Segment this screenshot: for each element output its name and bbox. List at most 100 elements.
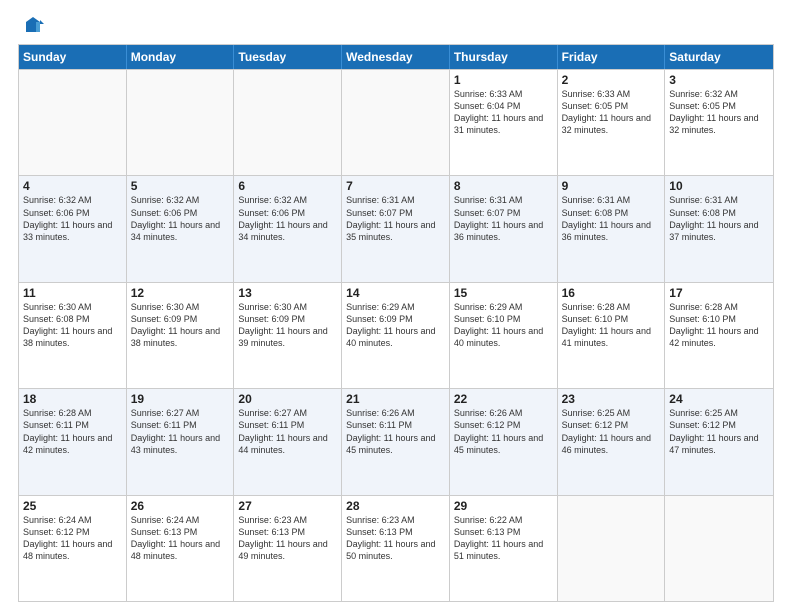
day-info: Sunrise: 6:30 AM Sunset: 6:09 PM Dayligh…: [131, 301, 230, 350]
calendar-row: 4Sunrise: 6:32 AM Sunset: 6:06 PM Daylig…: [19, 175, 773, 281]
calendar-cell: [234, 70, 342, 175]
calendar-cell: 1Sunrise: 6:33 AM Sunset: 6:04 PM Daylig…: [450, 70, 558, 175]
day-number: 5: [131, 179, 230, 193]
day-of-week-header: Monday: [127, 45, 235, 69]
day-number: 24: [669, 392, 769, 406]
day-of-week-header: Friday: [558, 45, 666, 69]
day-info: Sunrise: 6:23 AM Sunset: 6:13 PM Dayligh…: [238, 514, 337, 563]
day-number: 20: [238, 392, 337, 406]
header: [18, 18, 774, 36]
day-info: Sunrise: 6:28 AM Sunset: 6:10 PM Dayligh…: [669, 301, 769, 350]
day-number: 19: [131, 392, 230, 406]
calendar-cell: 13Sunrise: 6:30 AM Sunset: 6:09 PM Dayli…: [234, 283, 342, 388]
day-info: Sunrise: 6:31 AM Sunset: 6:08 PM Dayligh…: [669, 194, 769, 243]
day-number: 21: [346, 392, 445, 406]
day-info: Sunrise: 6:27 AM Sunset: 6:11 PM Dayligh…: [131, 407, 230, 456]
calendar-cell: 5Sunrise: 6:32 AM Sunset: 6:06 PM Daylig…: [127, 176, 235, 281]
day-of-week-header: Sunday: [19, 45, 127, 69]
day-info: Sunrise: 6:24 AM Sunset: 6:12 PM Dayligh…: [23, 514, 122, 563]
day-number: 13: [238, 286, 337, 300]
calendar-cell: [665, 496, 773, 601]
calendar-cell: [342, 70, 450, 175]
calendar-cell: [127, 70, 235, 175]
day-number: 25: [23, 499, 122, 513]
calendar-cell: 8Sunrise: 6:31 AM Sunset: 6:07 PM Daylig…: [450, 176, 558, 281]
day-info: Sunrise: 6:29 AM Sunset: 6:10 PM Dayligh…: [454, 301, 553, 350]
logo: [18, 18, 44, 36]
day-number: 17: [669, 286, 769, 300]
calendar-body: 1Sunrise: 6:33 AM Sunset: 6:04 PM Daylig…: [19, 69, 773, 601]
calendar-cell: [558, 496, 666, 601]
calendar-cell: 24Sunrise: 6:25 AM Sunset: 6:12 PM Dayli…: [665, 389, 773, 494]
day-info: Sunrise: 6:30 AM Sunset: 6:09 PM Dayligh…: [238, 301, 337, 350]
calendar-cell: 25Sunrise: 6:24 AM Sunset: 6:12 PM Dayli…: [19, 496, 127, 601]
day-number: 15: [454, 286, 553, 300]
page: SundayMondayTuesdayWednesdayThursdayFrid…: [0, 0, 792, 612]
day-number: 11: [23, 286, 122, 300]
calendar-row: 18Sunrise: 6:28 AM Sunset: 6:11 PM Dayli…: [19, 388, 773, 494]
day-info: Sunrise: 6:31 AM Sunset: 6:07 PM Dayligh…: [454, 194, 553, 243]
calendar-cell: 12Sunrise: 6:30 AM Sunset: 6:09 PM Dayli…: [127, 283, 235, 388]
day-number: 9: [562, 179, 661, 193]
day-info: Sunrise: 6:32 AM Sunset: 6:06 PM Dayligh…: [23, 194, 122, 243]
day-number: 2: [562, 73, 661, 87]
calendar-cell: 27Sunrise: 6:23 AM Sunset: 6:13 PM Dayli…: [234, 496, 342, 601]
day-number: 12: [131, 286, 230, 300]
calendar-cell: 2Sunrise: 6:33 AM Sunset: 6:05 PM Daylig…: [558, 70, 666, 175]
day-info: Sunrise: 6:26 AM Sunset: 6:12 PM Dayligh…: [454, 407, 553, 456]
day-info: Sunrise: 6:26 AM Sunset: 6:11 PM Dayligh…: [346, 407, 445, 456]
calendar-cell: 18Sunrise: 6:28 AM Sunset: 6:11 PM Dayli…: [19, 389, 127, 494]
calendar-cell: 7Sunrise: 6:31 AM Sunset: 6:07 PM Daylig…: [342, 176, 450, 281]
day-number: 23: [562, 392, 661, 406]
day-number: 29: [454, 499, 553, 513]
day-info: Sunrise: 6:32 AM Sunset: 6:06 PM Dayligh…: [131, 194, 230, 243]
day-of-week-header: Thursday: [450, 45, 558, 69]
day-info: Sunrise: 6:33 AM Sunset: 6:04 PM Dayligh…: [454, 88, 553, 137]
day-number: 3: [669, 73, 769, 87]
calendar-row: 25Sunrise: 6:24 AM Sunset: 6:12 PM Dayli…: [19, 495, 773, 601]
calendar-cell: 16Sunrise: 6:28 AM Sunset: 6:10 PM Dayli…: [558, 283, 666, 388]
day-info: Sunrise: 6:31 AM Sunset: 6:08 PM Dayligh…: [562, 194, 661, 243]
day-of-week-header: Saturday: [665, 45, 773, 69]
day-info: Sunrise: 6:24 AM Sunset: 6:13 PM Dayligh…: [131, 514, 230, 563]
calendar-cell: 14Sunrise: 6:29 AM Sunset: 6:09 PM Dayli…: [342, 283, 450, 388]
calendar-cell: 4Sunrise: 6:32 AM Sunset: 6:06 PM Daylig…: [19, 176, 127, 281]
logo-icon: [22, 14, 44, 36]
day-number: 26: [131, 499, 230, 513]
calendar-row: 1Sunrise: 6:33 AM Sunset: 6:04 PM Daylig…: [19, 69, 773, 175]
calendar-cell: 11Sunrise: 6:30 AM Sunset: 6:08 PM Dayli…: [19, 283, 127, 388]
day-number: 4: [23, 179, 122, 193]
day-info: Sunrise: 6:23 AM Sunset: 6:13 PM Dayligh…: [346, 514, 445, 563]
calendar-cell: 21Sunrise: 6:26 AM Sunset: 6:11 PM Dayli…: [342, 389, 450, 494]
calendar-cell: 10Sunrise: 6:31 AM Sunset: 6:08 PM Dayli…: [665, 176, 773, 281]
day-info: Sunrise: 6:29 AM Sunset: 6:09 PM Dayligh…: [346, 301, 445, 350]
calendar-cell: 23Sunrise: 6:25 AM Sunset: 6:12 PM Dayli…: [558, 389, 666, 494]
day-number: 18: [23, 392, 122, 406]
day-of-week-header: Wednesday: [342, 45, 450, 69]
calendar-cell: 6Sunrise: 6:32 AM Sunset: 6:06 PM Daylig…: [234, 176, 342, 281]
day-number: 1: [454, 73, 553, 87]
calendar-cell: 28Sunrise: 6:23 AM Sunset: 6:13 PM Dayli…: [342, 496, 450, 601]
day-info: Sunrise: 6:32 AM Sunset: 6:05 PM Dayligh…: [669, 88, 769, 137]
day-number: 22: [454, 392, 553, 406]
calendar-cell: 15Sunrise: 6:29 AM Sunset: 6:10 PM Dayli…: [450, 283, 558, 388]
calendar-cell: 26Sunrise: 6:24 AM Sunset: 6:13 PM Dayli…: [127, 496, 235, 601]
calendar-cell: [19, 70, 127, 175]
calendar-cell: 19Sunrise: 6:27 AM Sunset: 6:11 PM Dayli…: [127, 389, 235, 494]
calendar-header: SundayMondayTuesdayWednesdayThursdayFrid…: [19, 45, 773, 69]
day-info: Sunrise: 6:28 AM Sunset: 6:10 PM Dayligh…: [562, 301, 661, 350]
calendar-cell: 22Sunrise: 6:26 AM Sunset: 6:12 PM Dayli…: [450, 389, 558, 494]
day-number: 6: [238, 179, 337, 193]
day-info: Sunrise: 6:31 AM Sunset: 6:07 PM Dayligh…: [346, 194, 445, 243]
day-of-week-header: Tuesday: [234, 45, 342, 69]
day-info: Sunrise: 6:30 AM Sunset: 6:08 PM Dayligh…: [23, 301, 122, 350]
day-number: 10: [669, 179, 769, 193]
calendar-row: 11Sunrise: 6:30 AM Sunset: 6:08 PM Dayli…: [19, 282, 773, 388]
day-info: Sunrise: 6:27 AM Sunset: 6:11 PM Dayligh…: [238, 407, 337, 456]
day-number: 8: [454, 179, 553, 193]
day-info: Sunrise: 6:22 AM Sunset: 6:13 PM Dayligh…: [454, 514, 553, 563]
day-number: 27: [238, 499, 337, 513]
day-number: 14: [346, 286, 445, 300]
day-info: Sunrise: 6:32 AM Sunset: 6:06 PM Dayligh…: [238, 194, 337, 243]
day-info: Sunrise: 6:33 AM Sunset: 6:05 PM Dayligh…: [562, 88, 661, 137]
